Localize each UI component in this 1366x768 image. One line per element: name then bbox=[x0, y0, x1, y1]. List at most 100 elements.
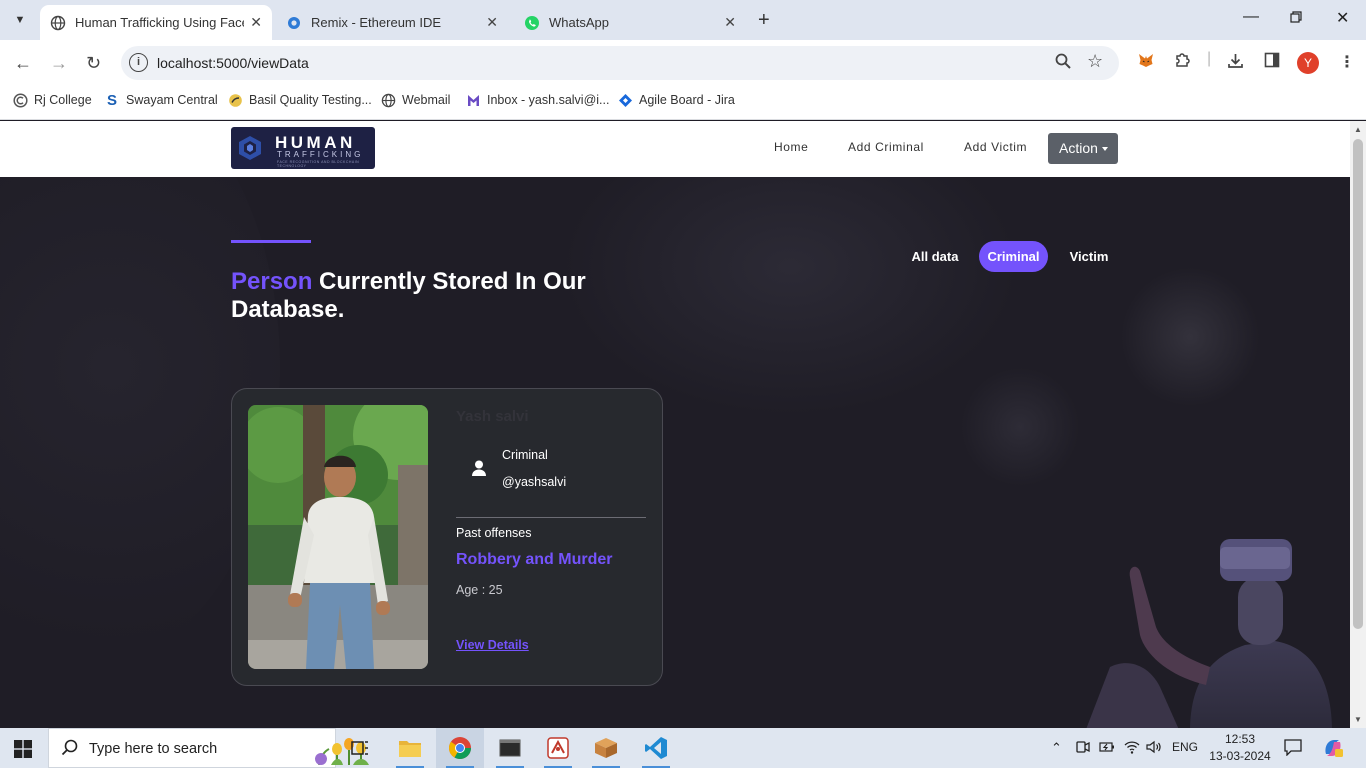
person-card: Yash salvi Criminal @yashsalvi Past offe… bbox=[231, 388, 663, 686]
box-app-icon[interactable] bbox=[582, 728, 630, 768]
basil-icon bbox=[227, 92, 243, 108]
hero-section: Person Currently Stored In Our Database.… bbox=[0, 177, 1350, 728]
download-icon[interactable] bbox=[1227, 52, 1244, 74]
scrollbar-thumb[interactable] bbox=[1353, 139, 1363, 629]
restore-icon[interactable] bbox=[1290, 10, 1302, 28]
swayam-icon: S bbox=[106, 91, 117, 109]
language-indicator[interactable]: ENG bbox=[1172, 740, 1198, 754]
show-hidden-icons[interactable]: ⌃ bbox=[1051, 740, 1062, 756]
windows-taskbar: Type here to search ⌃ ENG 12:53 13-03-20… bbox=[0, 728, 1366, 768]
nav-add-criminal[interactable]: Add Criminal bbox=[848, 140, 924, 154]
action-dropdown-button[interactable]: Action bbox=[1048, 133, 1118, 164]
background-glow bbox=[960, 367, 1080, 487]
tab-whatsapp[interactable]: WhatsApp ✕ bbox=[514, 5, 746, 40]
rj-college-icon bbox=[12, 92, 28, 108]
page-scrollbar[interactable]: ▲ ▼ bbox=[1350, 121, 1366, 728]
reload-icon[interactable]: ↻ bbox=[86, 53, 101, 74]
minimize-icon[interactable]: — bbox=[1243, 8, 1259, 26]
chrome-taskbar-icon[interactable] bbox=[436, 728, 484, 768]
caret-down-icon bbox=[1101, 147, 1108, 152]
metamask-icon[interactable] bbox=[1137, 52, 1155, 75]
url-text[interactable]: localhost:5000/viewData bbox=[157, 55, 309, 71]
forward-icon[interactable]: → bbox=[50, 53, 68, 74]
filter-all-data[interactable]: All data bbox=[903, 241, 967, 272]
new-tab-button[interactable]: + bbox=[758, 9, 770, 32]
vr-person-illustration bbox=[1086, 539, 1332, 728]
bookmark-label: Swayam Central bbox=[126, 93, 218, 107]
offense-value: Robbery and Murder bbox=[456, 551, 613, 568]
scroll-down-icon[interactable]: ▼ bbox=[1354, 715, 1362, 724]
tab-search-button[interactable]: ▼ bbox=[8, 8, 32, 32]
site-logo[interactable]: HUMAN TRAFFICKING FACE RECOGNITION AND B… bbox=[231, 127, 375, 169]
close-icon[interactable]: ✕ bbox=[486, 14, 498, 31]
taskbar-clock[interactable]: 12:53 13-03-2024 bbox=[1208, 731, 1272, 765]
address-bar[interactable]: i localhost:5000/viewData ☆ bbox=[121, 46, 1119, 80]
volume-icon[interactable] bbox=[1146, 740, 1162, 757]
mail-icon bbox=[465, 92, 481, 108]
offense-label: Past offenses bbox=[456, 526, 532, 540]
person-handle: @yashsalvi bbox=[502, 475, 567, 489]
search-placeholder: Type here to search bbox=[89, 741, 218, 757]
bookmarks-bar: Rj College S Swayam Central Basil Qualit… bbox=[0, 86, 1366, 120]
clock-time: 12:53 bbox=[1224, 732, 1256, 746]
vscode-icon[interactable] bbox=[632, 728, 680, 768]
file-explorer-icon[interactable] bbox=[386, 728, 434, 768]
bookmark-inbox[interactable]: Inbox - yash.salvi@i... bbox=[465, 92, 609, 108]
bookmark-label: Agile Board - Jira bbox=[639, 93, 735, 107]
bookmark-rj-college[interactable]: Rj College bbox=[12, 92, 92, 108]
browser-toolbar: ← → ↻ i localhost:5000/viewData ☆ bbox=[0, 40, 1366, 86]
site-navbar: HUMAN TRAFFICKING FACE RECOGNITION AND B… bbox=[0, 121, 1350, 177]
filter-victim[interactable]: Victim bbox=[1060, 241, 1118, 272]
scroll-up-icon[interactable]: ▲ bbox=[1354, 125, 1362, 134]
tab-title: Remix - Ethereum IDE bbox=[311, 15, 442, 30]
bookmark-label: Inbox - yash.salvi@i... bbox=[487, 93, 610, 107]
bookmark-label: Basil Quality Testing... bbox=[249, 93, 372, 107]
globe-icon bbox=[50, 15, 66, 31]
person-role: Criminal bbox=[502, 448, 548, 462]
terminal-icon[interactable] bbox=[486, 728, 534, 768]
notifications-icon[interactable] bbox=[1284, 739, 1302, 759]
logo-tagline: FACE RECOGNITION AND BLOCKCHAIN TECHNOLO… bbox=[277, 160, 360, 168]
git-app-icon[interactable] bbox=[534, 728, 582, 768]
jira-icon bbox=[617, 92, 633, 108]
browser-tab-bar: ▼ Human Trafficking Using Face R ✕ Remix… bbox=[0, 0, 1366, 40]
user-icon bbox=[472, 460, 486, 476]
remix-icon bbox=[286, 15, 302, 31]
bookmark-label: Rj College bbox=[34, 93, 92, 107]
close-icon[interactable]: ✕ bbox=[250, 14, 262, 31]
filter-criminal[interactable]: Criminal bbox=[979, 241, 1048, 272]
bookmark-basil[interactable]: Basil Quality Testing... bbox=[227, 92, 372, 108]
person-photo bbox=[248, 405, 428, 669]
task-view-icon[interactable] bbox=[336, 728, 384, 768]
search-icon bbox=[61, 739, 78, 760]
back-icon[interactable]: ← bbox=[14, 53, 32, 74]
extensions-icon[interactable] bbox=[1174, 52, 1191, 74]
action-label: Action bbox=[1059, 140, 1098, 156]
globe-icon bbox=[380, 92, 396, 108]
windows-start-icon[interactable] bbox=[14, 740, 32, 758]
close-icon[interactable]: ✕ bbox=[724, 14, 736, 31]
nav-home[interactable]: Home bbox=[774, 140, 808, 154]
profile-avatar[interactable]: Y bbox=[1297, 52, 1319, 74]
meet-now-icon[interactable] bbox=[1076, 740, 1090, 757]
page-heading: Person Currently Stored In Our Database. bbox=[231, 268, 651, 324]
wifi-icon[interactable] bbox=[1124, 740, 1140, 757]
view-details-link[interactable]: View Details bbox=[456, 638, 529, 652]
toolbar-divider: | bbox=[1207, 50, 1212, 67]
site-info-icon[interactable]: i bbox=[129, 53, 148, 72]
side-panel-icon[interactable] bbox=[1264, 52, 1280, 73]
bookmark-webmail[interactable]: Webmail bbox=[380, 92, 450, 108]
nav-add-victim[interactable]: Add Victim bbox=[964, 140, 1027, 154]
battery-charging-icon[interactable] bbox=[1099, 740, 1115, 757]
bookmark-label: Webmail bbox=[402, 93, 451, 107]
browser-menu-icon[interactable]: ⋮ bbox=[1339, 52, 1355, 72]
tab-human-trafficking[interactable]: Human Trafficking Using Face R ✕ bbox=[40, 5, 272, 40]
bookmark-star-icon[interactable]: ☆ bbox=[1087, 51, 1103, 72]
bookmark-jira[interactable]: Agile Board - Jira bbox=[617, 92, 735, 108]
taskbar-search-box[interactable]: Type here to search bbox=[48, 728, 369, 768]
zoom-search-icon[interactable] bbox=[1055, 53, 1071, 74]
copilot-icon[interactable] bbox=[1322, 737, 1344, 762]
tab-remix[interactable]: Remix - Ethereum IDE ✕ bbox=[276, 5, 508, 40]
bookmark-swayam[interactable]: S Swayam Central bbox=[104, 91, 218, 109]
close-window-icon[interactable]: ✕ bbox=[1336, 8, 1349, 28]
